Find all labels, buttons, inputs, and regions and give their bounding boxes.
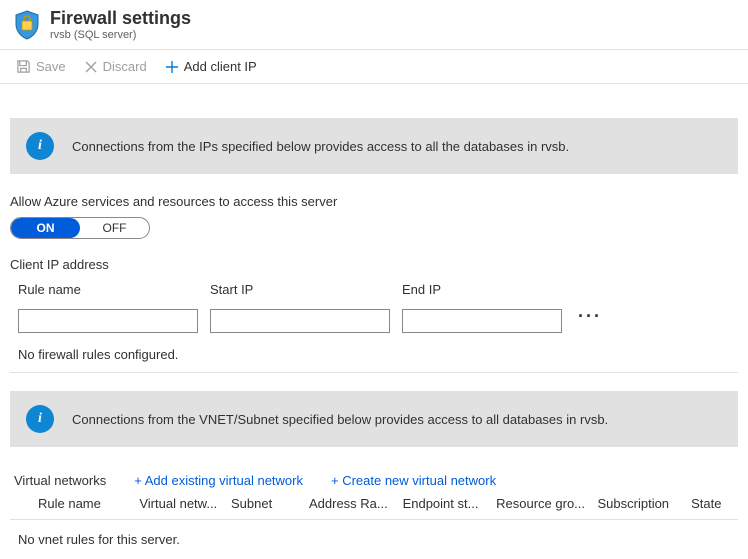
col-endpoint-status: Endpoint st... (403, 496, 493, 511)
info-icon: i (26, 405, 54, 433)
col-rule-name: Rule name (38, 496, 135, 511)
firewall-empty-message: No firewall rules configured. (10, 343, 738, 373)
end-ip-input[interactable] (402, 309, 562, 333)
page-header: Firewall settings rvsb (SQL server) (0, 0, 748, 50)
info-icon: i (26, 132, 54, 160)
add-client-ip-button[interactable]: Add client IP (163, 56, 259, 77)
start-ip-input[interactable] (210, 309, 390, 333)
shield-icon (14, 10, 40, 43)
firewall-rule-row: Rule name Start IP End IP ··· (10, 282, 738, 343)
add-client-ip-label: Add client IP (184, 59, 257, 74)
save-button[interactable]: Save (14, 56, 68, 77)
end-ip-header: End IP (402, 282, 562, 303)
rule-name-header: Rule name (18, 282, 198, 303)
ip-info-banner: i Connections from the IPs specified bel… (10, 118, 738, 174)
save-icon (16, 59, 31, 74)
title-block: Firewall settings rvsb (SQL server) (50, 8, 191, 41)
vnet-header: Virtual networks + Add existing virtual … (10, 473, 738, 488)
col-subscription: Subscription (598, 496, 688, 511)
start-ip-header: Start IP (210, 282, 390, 303)
col-virtual-network: Virtual netw... (139, 496, 227, 511)
toolbar: Save Discard Add client IP (0, 50, 748, 84)
vnet-banner-text: Connections from the VNET/Subnet specifi… (72, 412, 608, 427)
plus-icon (165, 60, 179, 74)
add-existing-vnet-button[interactable]: + Add existing virtual network (134, 473, 303, 488)
discard-button[interactable]: Discard (82, 56, 149, 77)
col-state: State (691, 496, 730, 511)
create-new-vnet-button[interactable]: + Create new virtual network (331, 473, 496, 488)
vnet-label: Virtual networks (14, 473, 106, 488)
close-icon (84, 60, 98, 74)
toggle-off: OFF (80, 218, 149, 238)
vnet-empty-message: No vnet rules for this server. (10, 520, 738, 559)
toggle-on: ON (11, 218, 80, 238)
page-subtitle: rvsb (SQL server) (50, 29, 191, 41)
vnet-table-header: Rule name Virtual netw... Subnet Address… (10, 494, 738, 520)
vnet-info-banner: i Connections from the VNET/Subnet speci… (10, 391, 738, 447)
client-ip-label: Client IP address (10, 257, 738, 272)
ip-banner-text: Connections from the IPs specified below… (72, 139, 569, 154)
col-address-range: Address Ra... (309, 496, 399, 511)
save-label: Save (36, 59, 66, 74)
rule-more-button[interactable]: ··· (574, 302, 606, 331)
allow-azure-toggle[interactable]: ON OFF (10, 217, 150, 239)
allow-azure-label: Allow Azure services and resources to ac… (10, 194, 738, 209)
rule-name-input[interactable] (18, 309, 198, 333)
discard-label: Discard (103, 59, 147, 74)
page-title: Firewall settings (50, 8, 191, 29)
col-resource-group: Resource gro... (496, 496, 593, 511)
col-subnet: Subnet (231, 496, 305, 511)
